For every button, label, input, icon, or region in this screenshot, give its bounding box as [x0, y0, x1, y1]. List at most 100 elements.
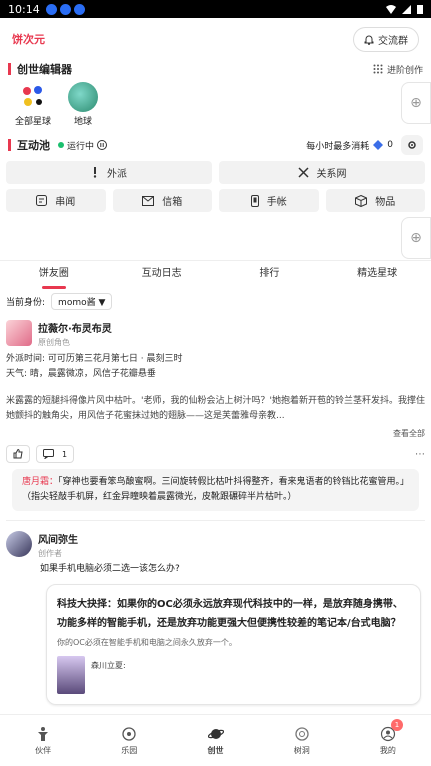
feed-tabs: 饼友圈 互动日志 排行 精选星球	[0, 261, 431, 289]
bottom-navigation: 伙伴 乐园 创世 树洞 我的 1	[0, 714, 431, 766]
feed-post: 拉薇尔·布灵布灵 原创角色 外派时间: 可可历第三花月第七日 · 晨刻三时 天气…	[0, 314, 431, 525]
plus-icon: ⊕	[410, 95, 422, 111]
notebook-button[interactable]: 手帐	[219, 189, 319, 212]
add-pool-button[interactable]: ⊕	[401, 217, 431, 259]
planet-all[interactable]: 全部星球	[8, 82, 58, 127]
news-label: 串闻	[55, 197, 76, 208]
relation-icon	[297, 167, 309, 178]
post-author[interactable]: 风间弥生	[38, 531, 78, 546]
creator-section-header: 创世编辑器 进阶创作	[0, 60, 431, 78]
nav-park[interactable]: 乐园	[86, 715, 172, 766]
post-body[interactable]: 外派时间: 可可历第三花月第七日 · 晨刻三时 天气: 晴，晨露微凉，风信子花瓣…	[6, 352, 425, 424]
pin-icon	[93, 167, 97, 178]
brand-logo: 饼次元	[12, 33, 45, 46]
items-label: 物品	[375, 197, 396, 208]
comment-text: 「穿神也要看笨鸟酿蜜啊。三间旋转假比枯叶抖得整齐，看来鬼语者的铃铛比花蜜管用。」…	[22, 477, 405, 502]
grid-dots-icon	[373, 64, 383, 74]
notebook-label: 手帐	[266, 197, 287, 208]
pause-icon[interactable]	[97, 140, 108, 150]
avatar	[57, 656, 85, 694]
more-options-icon[interactable]: ⋯	[415, 449, 425, 460]
relation-label: 关系网	[316, 169, 347, 180]
comment-button[interactable]: 1	[36, 445, 75, 463]
dispatch-label: 外派	[107, 169, 127, 180]
like-button[interactable]	[6, 445, 30, 463]
section-marker	[8, 139, 11, 151]
post-author-subtitle: 创作者	[38, 549, 62, 558]
avatar[interactable]	[6, 531, 32, 557]
post-header: 风间弥生 创作者	[6, 531, 425, 559]
mailbox-button[interactable]: 信箱	[112, 189, 212, 212]
partner-icon	[38, 726, 49, 741]
creator-title: 创世编辑器	[17, 63, 72, 76]
app-header: 饼次元 交流群	[0, 18, 431, 60]
items-button[interactable]: 物品	[325, 189, 425, 212]
tab-friends-circle[interactable]: 饼友圈	[0, 261, 108, 289]
add-planet-button[interactable]: ⊕	[401, 82, 431, 124]
identity-label: 当前身份:	[6, 298, 46, 308]
comment-icon	[43, 449, 54, 459]
pool-limit-label: 每小时最多消耗	[306, 141, 370, 152]
identity-selector[interactable]: momo酱 ▼	[51, 293, 113, 310]
status-bar: 10:14	[0, 0, 431, 18]
dispatch-button[interactable]: 外派	[6, 161, 212, 184]
earth-icon	[68, 82, 98, 112]
feed-post: 风间弥生 创作者 如果手机电脑必须二选一该怎么办? 科技大抉择：如果你的OC必须…	[0, 525, 431, 709]
avatar[interactable]	[6, 320, 32, 346]
divider	[6, 511, 425, 521]
signal-icon	[402, 4, 411, 14]
planet-label: 地球	[73, 117, 92, 127]
tab-interaction-log[interactable]: 互动日志	[108, 261, 216, 289]
planet-icon	[207, 728, 224, 739]
tab-featured-planets[interactable]: 精选星球	[323, 261, 431, 289]
pool-buttons-row-2: 串闻 信箱 手帐 物品	[0, 189, 431, 212]
pool-settings-button[interactable]	[401, 135, 423, 155]
news-button[interactable]: 串闻	[6, 189, 106, 212]
tab-ranking[interactable]: 排行	[216, 261, 324, 289]
view-all-link[interactable]: 查看全部	[6, 428, 425, 439]
topic-card-description: 你的OC必须在智能手机和电脑之间永久放弃一个。	[57, 638, 237, 647]
chat-group-label: 交流群	[378, 35, 408, 47]
comment-count: 1	[62, 449, 68, 459]
advanced-create-button[interactable]: 进阶创作	[373, 63, 423, 76]
post-line: 天气: 晴，晨露微凉，风信子花瓣悬垂	[6, 369, 156, 379]
post-question[interactable]: 如果手机电脑必须二选一该怎么办?	[6, 561, 425, 574]
system-icons	[386, 4, 423, 14]
gear-icon	[408, 141, 416, 149]
notification-badge: 1	[391, 719, 404, 731]
chat-group-button[interactable]: 交流群	[353, 26, 419, 52]
topic-card[interactable]: 科技大抉择：如果你的OC必须永远放弃现代科技中的一样，是放弃随身携带、功能多样的…	[46, 584, 421, 705]
relation-button[interactable]: 关系网	[219, 161, 425, 184]
thumbs-up-icon	[13, 449, 23, 459]
pool-count: 0	[387, 140, 393, 150]
nav-creation[interactable]: 创世	[172, 715, 258, 766]
comment-preview[interactable]: 唐月霜：「穿神也要看笨鸟酿蜜啊。三间旋转假比枯叶抖得整齐，看来鬼语者的铃铛比花蜜…	[12, 469, 419, 511]
nav-label: 伙伴	[35, 745, 52, 755]
nav-profile[interactable]: 我的 1	[345, 715, 431, 766]
post-header: 拉薇尔·布灵布灵 原创角色	[6, 320, 425, 348]
post-author[interactable]: 拉薇尔·布灵布灵	[38, 320, 112, 335]
pool-title: 互动池	[17, 139, 50, 152]
wifi-icon	[386, 4, 396, 14]
nav-partner[interactable]: 伙伴	[0, 715, 86, 766]
bell-icon	[364, 35, 374, 45]
planet-list: 全部星球 地球 ⊕	[0, 78, 431, 134]
treehole-icon	[295, 726, 309, 741]
topic-card-title: 科技大抉择：如果你的OC必须永远放弃现代科技中的一样，是放弃随身携带、功能多样的…	[57, 599, 403, 629]
pool-buttons-row-1: 外派 关系网	[0, 161, 431, 184]
post-actions: 1 ⋯	[6, 445, 425, 463]
plus-icon: ⊕	[410, 230, 422, 246]
nav-treehole[interactable]: 树洞	[259, 715, 345, 766]
comment-author: 唐月霜：	[22, 477, 59, 487]
phone-icon	[250, 194, 259, 207]
nav-label: 创世	[207, 745, 224, 755]
mailbox-label: 信箱	[162, 197, 183, 208]
news-icon	[36, 195, 48, 206]
post-line: 米露露的短腿抖得像片风中枯叶。'老师，我的仙粉会沾上树汁吗？'她抱着新开苞的铃兰…	[6, 396, 425, 421]
topic-card-answer: 森川立夏:	[57, 656, 410, 694]
section-marker	[8, 63, 11, 75]
notification-icons	[45, 3, 85, 15]
nav-label: 树洞	[293, 745, 310, 755]
diamond-icon	[373, 140, 384, 150]
planet-earth[interactable]: 地球	[58, 82, 108, 127]
